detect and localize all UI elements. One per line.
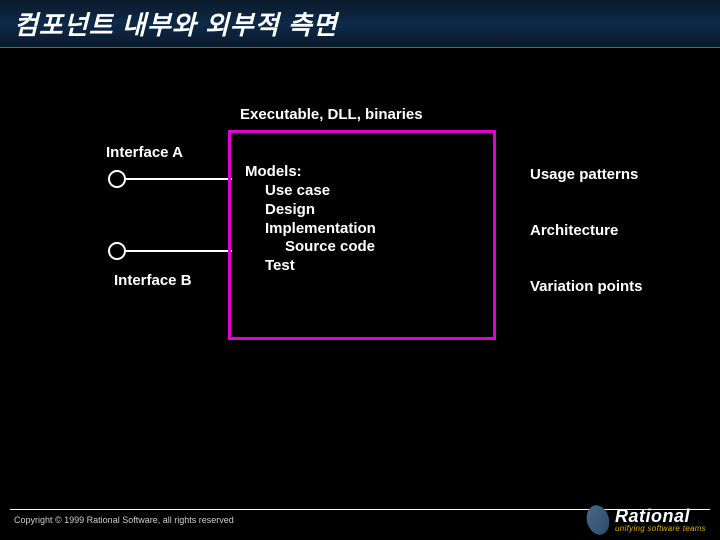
model-item-implementation: Implementation — [265, 220, 479, 239]
model-item-usecase: Use case — [265, 182, 479, 201]
usage-patterns-label: Usage patterns — [530, 166, 643, 184]
models-list: Use case Design Implementation Source co… — [245, 182, 479, 276]
brand-logo: Rational unifying software teams — [587, 505, 706, 535]
model-item-test: Test — [265, 257, 479, 276]
interface-a-label: Interface A — [106, 144, 183, 161]
title-bar: 컴포넌트 내부와 외부적 측면 — [0, 0, 720, 48]
slide-title: 컴포넌트 내부와 외부적 측면 — [14, 5, 338, 42]
brand-name: Rational — [615, 507, 706, 525]
variation-points-label: Variation points — [530, 278, 643, 296]
footer: Copyright © 1999 Rational Software, all … — [0, 500, 720, 540]
diagram-area: Executable, DLL, binaries Interface A In… — [0, 48, 720, 500]
architecture-label: Architecture — [530, 222, 643, 240]
brand-tagline: unifying software teams — [615, 525, 706, 533]
model-item-sourcecode: Source code — [265, 238, 479, 257]
interface-b-label: Interface B — [114, 272, 192, 289]
rational-oval-icon — [584, 503, 613, 538]
right-annotations: Usage patterns Architecture Variation po… — [530, 166, 643, 334]
copyright-text: Copyright © 1999 Rational Software, all … — [14, 515, 234, 525]
component-box: Models: Use case Design Implementation S… — [228, 130, 496, 340]
models-header: Models: — [245, 163, 479, 180]
model-item-design: Design — [265, 201, 479, 220]
executable-label: Executable, DLL, binaries — [240, 106, 423, 123]
